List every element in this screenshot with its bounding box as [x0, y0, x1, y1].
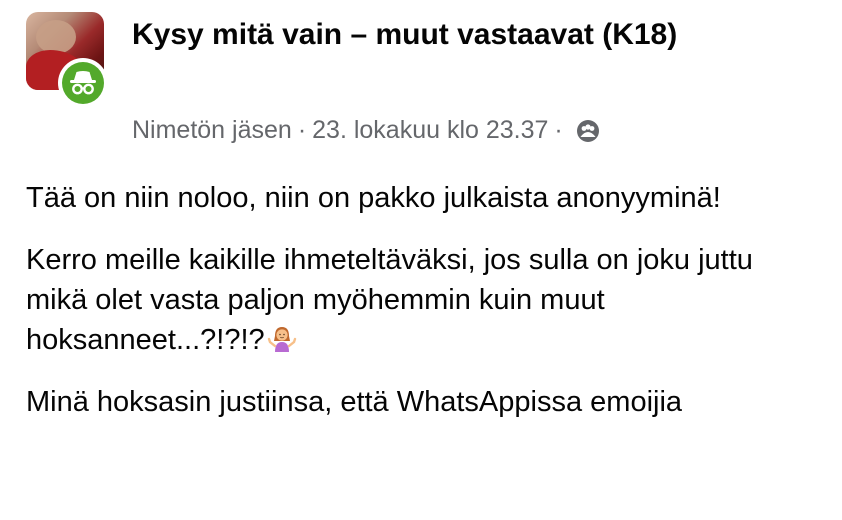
author-name[interactable]: Nimetön jäsen: [132, 114, 292, 146]
post-paragraph: Minä hoksasin justiinsa, että WhatsAppis…: [26, 382, 816, 422]
post-paragraph-text: Tää on niin noloo, niin on pakko julkais…: [26, 182, 721, 214]
post-meta: Nimetön jäsen · 23. lokakuu klo 23.37 ·: [132, 114, 601, 146]
post-paragraph-text: Kerro meille kaikille ihmeteltäväksi, jo…: [26, 244, 753, 356]
woman-shrugging-emoji-icon: [267, 324, 297, 354]
anonymous-incognito-icon: [62, 62, 104, 104]
meta-separator: ·: [554, 116, 563, 144]
avatar-face-shape: [36, 20, 76, 54]
group-name-link[interactable]: Kysy mitä vain – muut vastaavat (K18): [132, 14, 792, 56]
post-paragraph-text: Minä hoksasin justiinsa, että WhatsAppis…: [26, 386, 683, 418]
anonymous-member-badge: [58, 58, 108, 108]
meta-separator: ·: [297, 116, 307, 144]
post-body: Tää on niin noloo, niin on pakko julkais…: [26, 178, 816, 422]
post-paragraph: Kerro meille kaikille ihmeteltäväksi, jo…: [26, 240, 816, 360]
post-paragraph: Tää on niin noloo, niin on pakko julkais…: [26, 178, 816, 218]
group-avatar[interactable]: [26, 12, 108, 108]
post-timestamp[interactable]: 23. lokakuu klo 23.37: [312, 114, 548, 146]
group-members-icon[interactable]: [575, 118, 601, 144]
post-header: Kysy mitä vain – muut vastaavat (K18) Ni…: [26, 12, 816, 162]
